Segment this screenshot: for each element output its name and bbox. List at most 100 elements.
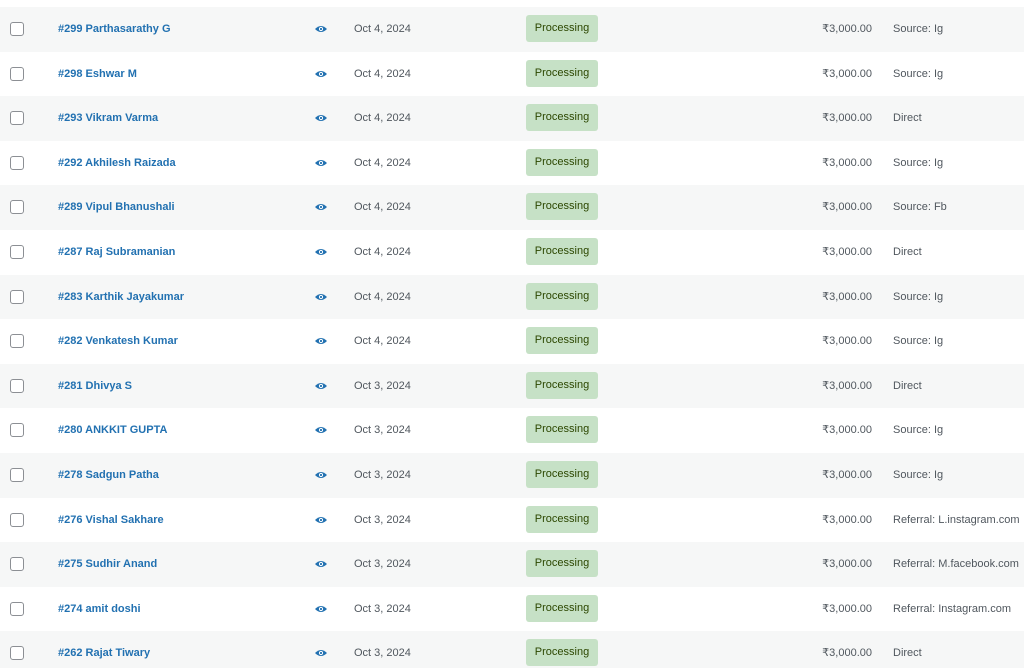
table-row[interactable]: #282 Venkatesh Kumar Oct 4, 2024 Processin… xyxy=(0,319,1024,365)
order-link[interactable]: #292 Akhilesh Raizada xyxy=(58,155,176,171)
order-date: Oct 4, 2024 xyxy=(354,112,411,125)
eye-icon[interactable] xyxy=(314,559,328,569)
table-row[interactable]: #287 Raj Subramanian Oct 4, 2024 Processin… xyxy=(0,230,1024,275)
order-origin: Direct xyxy=(893,246,922,258)
order-date: Oct 4, 2024 xyxy=(354,23,411,35)
order-total: ₹3,000.00 xyxy=(822,156,872,169)
row-select-checkbox[interactable] xyxy=(10,512,24,527)
order-total: ₹3,000.00 xyxy=(822,23,872,35)
eye-icon[interactable] xyxy=(314,247,328,257)
row-select-checkbox[interactable] xyxy=(10,378,24,393)
row-select-checkbox[interactable] xyxy=(10,155,24,170)
table-row[interactable]: #293 Vikram Varma Oct 4, 2024 Processing ₹3… xyxy=(0,96,1024,142)
status-badge: Processing xyxy=(526,148,598,176)
order-date: Oct 3, 2024 xyxy=(354,513,411,526)
row-select-checkbox[interactable] xyxy=(10,334,24,349)
order-origin: Referral: Instagram.com xyxy=(893,602,1011,615)
order-link[interactable]: #283 Karthik Jayakumar xyxy=(58,289,184,305)
order-total: ₹3,000.00 xyxy=(822,513,872,526)
order-total: ₹3,000.00 xyxy=(822,602,872,615)
table-row[interactable]: #262 Rajat Tiwary Oct 3, 2024 Processing ₹3… xyxy=(0,631,1024,668)
eye-icon[interactable] xyxy=(314,24,328,34)
order-date: Oct 4, 2024 xyxy=(354,156,411,169)
order-date: Oct 4, 2024 xyxy=(354,201,411,214)
status-badge: Processing xyxy=(526,104,598,132)
order-link[interactable]: #274 amit doshi xyxy=(58,601,141,617)
row-select-checkbox[interactable] xyxy=(10,66,24,81)
eye-icon[interactable] xyxy=(314,648,328,658)
order-origin: Source: Ig xyxy=(893,335,944,348)
order-date: Oct 3, 2024 xyxy=(354,602,411,615)
order-link[interactable]: #289 Vipul Bhanushali xyxy=(58,199,175,215)
eye-icon[interactable] xyxy=(314,113,328,123)
table-row[interactable]: #289 Vipul Bhanushali Oct 4, 2024 Processi… xyxy=(0,185,1024,231)
eye-icon[interactable] xyxy=(314,158,328,168)
table-row[interactable]: #274 amit doshi Oct 3, 2024 Processing ₹3,0… xyxy=(0,586,1024,632)
eye-icon[interactable] xyxy=(314,202,328,212)
row-select-checkbox[interactable] xyxy=(10,468,24,482)
order-link[interactable]: #278 Sadgun Patha xyxy=(58,467,159,483)
eye-icon[interactable] xyxy=(314,381,328,391)
table-row[interactable]: #280 ANKKIT GUPTA Oct 3, 2024 Processing ₹3… xyxy=(0,408,1024,454)
table-row[interactable]: #275 Sudhir Anand Oct 3, 2024 Processing ₹3… xyxy=(0,542,1024,588)
order-origin: Direct xyxy=(893,647,922,660)
eye-icon[interactable] xyxy=(314,425,328,435)
order-origin: Direct xyxy=(893,379,922,392)
status-badge: Processing xyxy=(526,550,598,578)
eye-icon[interactable] xyxy=(314,470,328,480)
eye-icon[interactable] xyxy=(314,604,328,614)
row-select-checkbox[interactable] xyxy=(10,557,24,572)
eye-icon[interactable] xyxy=(314,515,328,525)
order-link[interactable]: #293 Vikram Varma xyxy=(58,110,158,126)
order-link[interactable]: #299 Parthasarathy G xyxy=(58,21,171,37)
row-select-checkbox[interactable] xyxy=(10,423,24,438)
status-badge: Processing xyxy=(526,59,598,87)
order-origin: Source: Ig xyxy=(893,469,944,481)
order-total: ₹3,000.00 xyxy=(822,112,872,125)
table-row[interactable]: #283 Karthik Jayakumar Oct 4, 2024 Process… xyxy=(0,274,1024,320)
order-link[interactable]: #281 Dhivya S xyxy=(58,378,132,394)
order-date: Oct 4, 2024 xyxy=(354,335,411,348)
order-date: Oct 4, 2024 xyxy=(354,290,411,303)
order-link[interactable]: #298 Eshwar M xyxy=(58,66,137,82)
status-badge: Processing xyxy=(526,505,598,533)
order-origin: Source: Ig xyxy=(893,67,944,80)
table-row[interactable]: #298 Eshwar M Oct 4, 2024 Processing ₹3,000… xyxy=(0,51,1024,97)
order-link[interactable]: #280 ANKKIT GUPTA xyxy=(58,422,167,438)
order-origin: Source: Ig xyxy=(893,23,944,35)
row-select-checkbox[interactable] xyxy=(10,601,24,616)
row-select-checkbox[interactable] xyxy=(10,289,24,304)
order-date: Oct 4, 2024 xyxy=(354,246,411,258)
eye-icon[interactable] xyxy=(314,336,328,346)
eye-icon[interactable] xyxy=(314,69,328,79)
order-total: ₹3,000.00 xyxy=(822,335,872,348)
order-origin: Source: Fb xyxy=(893,201,947,214)
order-date: Oct 3, 2024 xyxy=(354,379,411,392)
status-badge: Processing xyxy=(526,461,598,488)
order-total: ₹3,000.00 xyxy=(822,558,872,571)
row-select-checkbox[interactable] xyxy=(10,22,24,36)
status-badge: Processing xyxy=(526,193,598,221)
order-link[interactable]: #275 Sudhir Anand xyxy=(58,556,157,572)
table-row[interactable]: #299 Parthasarathy G Oct 4, 2024 Processin… xyxy=(0,7,1024,52)
row-select-checkbox[interactable] xyxy=(10,111,24,126)
order-origin: Direct xyxy=(893,112,922,125)
row-select-checkbox[interactable] xyxy=(10,200,24,215)
table-row[interactable]: #292 Akhilesh Raizada Oct 4, 2024 Processi… xyxy=(0,140,1024,186)
eye-icon[interactable] xyxy=(314,292,328,302)
order-total: ₹3,000.00 xyxy=(822,67,872,80)
order-link[interactable]: #262 Rajat Tiwary xyxy=(58,645,150,661)
order-total: ₹3,000.00 xyxy=(822,469,872,481)
table-row[interactable]: #276 Vishal Sakhare Oct 3, 2024 Processing… xyxy=(0,497,1024,543)
order-link[interactable]: #276 Vishal Sakhare xyxy=(58,512,164,528)
order-total: ₹3,000.00 xyxy=(822,201,872,214)
row-select-checkbox[interactable] xyxy=(10,646,24,661)
table-row[interactable]: #278 Sadgun Patha Oct 3, 2024 Processing ₹3… xyxy=(0,453,1024,498)
order-link[interactable]: #282 Venkatesh Kumar xyxy=(58,333,178,349)
order-total: ₹3,000.00 xyxy=(822,379,872,392)
table-row[interactable]: #281 Dhivya S Oct 3, 2024 Processing ₹3,000… xyxy=(0,363,1024,409)
orders-table: #299 Parthasarathy G Oct 4, 2024 Processin… xyxy=(0,0,1024,668)
status-badge: Processing xyxy=(526,639,598,667)
row-select-checkbox[interactable] xyxy=(10,245,24,259)
order-link[interactable]: #287 Raj Subramanian xyxy=(58,244,175,260)
